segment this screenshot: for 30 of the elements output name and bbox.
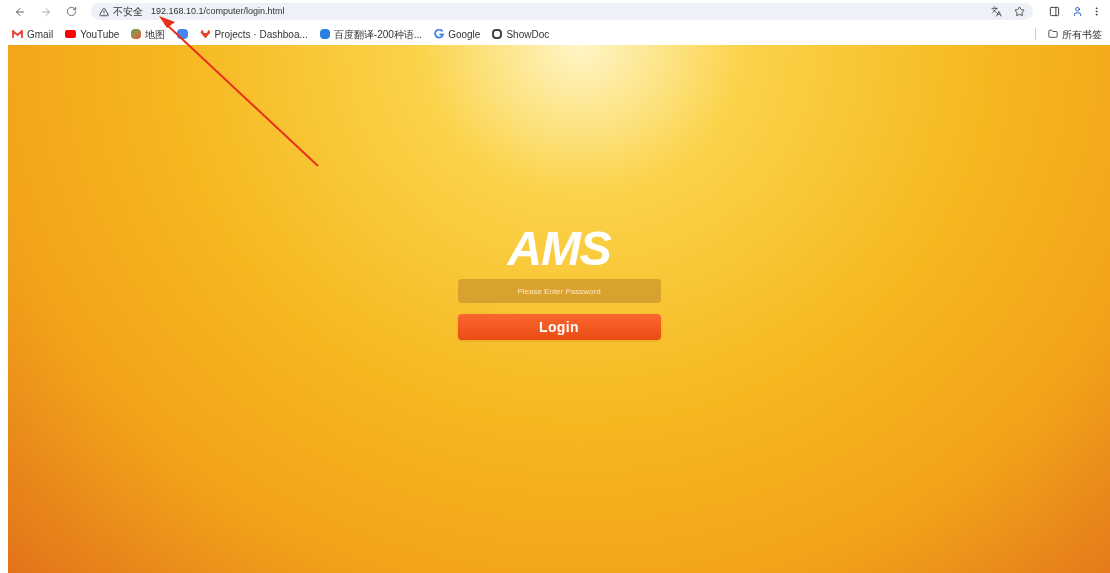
star-icon[interactable] (1014, 6, 1025, 17)
bookmark[interactable]: 百度翻译-200种语... (319, 26, 423, 42)
map-icon (131, 29, 142, 39)
side-panel-icon[interactable] (1049, 6, 1060, 17)
address-bar[interactable]: 不安全 192.168.10.1/computer/login.html (91, 3, 1033, 20)
play-icon (65, 30, 77, 38)
document-icon (492, 29, 503, 39)
bookmark[interactable]: Gmail (12, 26, 54, 42)
translate-icon[interactable] (991, 6, 1002, 17)
back-icon[interactable] (14, 5, 26, 18)
bookmark[interactable]: Projects · Dashboa... (200, 26, 308, 42)
bookmark[interactable]: ShowDoc (492, 26, 550, 42)
bookmark[interactable]: Google (434, 26, 481, 42)
warning-icon (99, 6, 109, 17)
fox-icon (200, 29, 211, 39)
security-label: 不安全 (113, 5, 143, 19)
logo: AMS (507, 223, 611, 275)
app-icon (319, 29, 330, 39)
bookmark[interactable]: YouTube (65, 26, 120, 42)
reload-icon[interactable] (66, 6, 77, 17)
bookmark[interactable]: 地图 (131, 26, 166, 42)
translate-icon (177, 29, 189, 39)
folder-icon (1048, 29, 1058, 39)
mail-icon (12, 29, 23, 39)
url-text: 192.168.10.1/computer/login.html (151, 4, 285, 18)
all-bookmarks[interactable]: 所有书签 (1048, 26, 1102, 42)
g-icon (434, 29, 445, 39)
bookmark[interactable] (177, 29, 189, 39)
profile-icon[interactable] (1072, 6, 1083, 17)
password-field[interactable]: Please Enter Password (457, 279, 661, 303)
